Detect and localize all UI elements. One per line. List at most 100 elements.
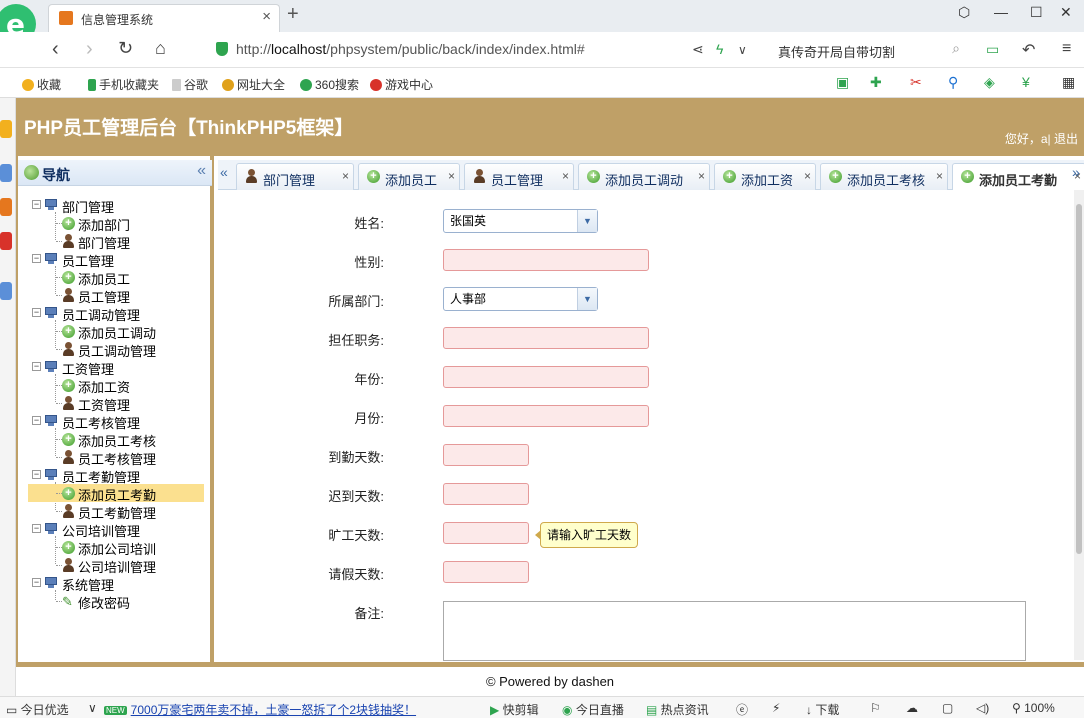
game-controller-icon[interactable]: ◈ (984, 74, 995, 91)
sidebar-item[interactable]: 公司培训管理 (28, 556, 208, 575)
chevron-down-icon[interactable]: ▼ (577, 210, 597, 232)
bookmark-mobile[interactable]: 手机收藏夹 (88, 76, 159, 93)
side-weibo-icon[interactable] (0, 198, 12, 216)
collapse-toggle-icon[interactable]: − (32, 200, 41, 209)
sidebar-item[interactable]: 员工考核管理 (28, 448, 208, 467)
sidebar-item[interactable]: + 添加员工 (28, 268, 208, 287)
url-input[interactable]: http://localhost/phpsystem/public/back/i… (210, 37, 758, 63)
close-window-icon[interactable]: ✕ (1060, 4, 1072, 21)
content-tab[interactable]: + 添加员工考核 × (820, 163, 948, 190)
grid-icon[interactable]: ▦ (1062, 74, 1075, 91)
content-tab[interactable]: 部门管理 × (236, 163, 354, 190)
speed-icon[interactable]: ϟ (716, 41, 723, 57)
sidebar-item[interactable]: 员工调动管理 (28, 340, 208, 359)
sidebar-item[interactable]: + 添加员工调动 (28, 322, 208, 341)
menu-icon[interactable]: ≡ (1062, 40, 1071, 58)
skin-icon[interactable]: ⬡ (958, 4, 970, 21)
close-tab-icon[interactable]: × (936, 169, 943, 183)
close-tab-icon[interactable]: × (262, 8, 271, 25)
status-hot-news[interactable]: ▤ 热点资讯 (646, 701, 709, 718)
scissors-icon[interactable]: ✂ (910, 74, 922, 91)
form-input[interactable] (443, 561, 529, 583)
sidebar-item[interactable]: 工资管理 (28, 394, 208, 413)
collapse-toggle-icon[interactable]: − (32, 524, 41, 533)
collapse-toggle-icon[interactable]: − (32, 254, 41, 263)
content-tab[interactable]: 员工管理 × (464, 163, 574, 190)
form-select[interactable]: 人事部 ▼ (443, 287, 598, 311)
refresh-icon[interactable]: ↻ (118, 38, 133, 59)
chevron-down-icon[interactable]: ∨ (738, 43, 747, 57)
status-news[interactable]: NEW 7000万豪宅两年卖不掉，土豪一怒拆了个2块钱抽奖！ (104, 701, 416, 718)
status-today-picks[interactable]: ▭ 今日优选 (6, 701, 69, 718)
bookmark-360search[interactable]: 360搜索 (300, 76, 359, 93)
tabs-scroll-right-icon[interactable]: » (1072, 164, 1084, 186)
status-ie-icon[interactable]: ⓔ (736, 701, 748, 718)
sidebar-item[interactable]: + 添加员工考勤 (28, 484, 204, 503)
content-tab[interactable]: + 添加员工 × (358, 163, 460, 190)
sidebar-item[interactable]: + 添加公司培训 (28, 538, 208, 557)
search-icon[interactable]: ⌕ (952, 40, 960, 57)
close-tab-icon[interactable]: × (804, 169, 811, 183)
collapse-sidebar-icon[interactable]: « (197, 162, 206, 180)
vertical-scrollbar[interactable] (1074, 190, 1084, 660)
home-icon[interactable]: ⌂ (155, 38, 166, 59)
sidebar-item[interactable]: 员工考勤管理 (28, 502, 208, 521)
share-icon[interactable]: ⋖ (692, 41, 704, 58)
close-tab-icon[interactable]: × (562, 169, 569, 183)
forward-icon[interactable]: › (86, 38, 93, 61)
content-tab[interactable]: + 添加员工考勤 × (952, 163, 1084, 191)
status-download[interactable]: ↓ 下载 (806, 701, 839, 718)
sidebar-item[interactable]: + 添加工资 (28, 376, 208, 395)
scrollbar-thumb[interactable] (1076, 204, 1082, 554)
sidebar-item[interactable]: + 添加部门 (28, 214, 208, 233)
status-live[interactable]: ◉ 今日直播 (562, 701, 624, 718)
bookmark-favorites[interactable]: 收藏 (22, 76, 61, 93)
sidebar-item[interactable]: 员工管理 (28, 286, 208, 305)
undo-icon[interactable]: ↶ (1022, 40, 1035, 60)
side-video-icon[interactable] (0, 232, 12, 250)
status-window-icon[interactable]: ▢ (942, 701, 953, 715)
yen-icon[interactable]: ¥ (1022, 74, 1030, 90)
side-mail-icon[interactable] (0, 282, 12, 300)
bookmark-games[interactable]: 游戏中心 (370, 76, 433, 93)
form-input[interactable] (443, 522, 529, 544)
form-input[interactable] (443, 327, 649, 349)
bookmark-directory[interactable]: 网址大全 (222, 76, 285, 93)
logout-link[interactable]: 退出 (1054, 132, 1078, 146)
collapse-toggle-icon[interactable]: − (32, 470, 41, 479)
remarks-textarea[interactable] (443, 601, 1026, 661)
back-icon[interactable]: ‹ (52, 38, 59, 61)
search-input[interactable]: 真传奇开局自带切割 ⌕ (770, 37, 970, 63)
side-notification-icon[interactable] (0, 120, 12, 138)
status-zoom[interactable]: ⚲ 100% (1012, 701, 1055, 715)
sidebar-item[interactable]: ✎ 修改密码 (28, 592, 208, 611)
status-quick-edit[interactable]: ▶ 快剪辑 (490, 701, 539, 718)
bookmark-google[interactable]: 谷歌 (172, 76, 208, 93)
content-tab[interactable]: + 添加工资 × (714, 163, 816, 190)
extension-icon[interactable]: ▣ (836, 74, 849, 91)
sidebar-item[interactable]: 部门管理 (28, 232, 208, 251)
form-input[interactable] (443, 249, 649, 271)
close-tab-icon[interactable]: × (342, 169, 349, 183)
magnifier-icon[interactable]: ⚲ (948, 74, 958, 91)
form-select[interactable]: 张国英 ▼ (443, 209, 598, 233)
collapse-toggle-icon[interactable]: − (32, 362, 41, 371)
form-input[interactable] (443, 405, 649, 427)
form-input[interactable] (443, 366, 649, 388)
new-tab-icon[interactable]: + (287, 3, 299, 26)
battery-icon[interactable]: ▭ (986, 41, 999, 58)
collapse-toggle-icon[interactable]: − (32, 578, 41, 587)
collapse-toggle-icon[interactable]: − (32, 416, 41, 425)
translate-icon[interactable]: ✚ (870, 74, 882, 91)
browser-tab[interactable]: 信息管理系统 × (48, 4, 280, 32)
maximize-icon[interactable]: ☐ (1030, 4, 1043, 21)
tabs-scroll-left-icon[interactable]: « (220, 164, 234, 186)
minimize-icon[interactable]: — (994, 4, 1008, 20)
form-input[interactable] (443, 483, 529, 505)
status-flag-icon[interactable]: ⚐ (870, 701, 881, 715)
side-app-icon[interactable] (0, 164, 12, 182)
close-tab-icon[interactable]: × (448, 169, 455, 183)
content-tab[interactable]: + 添加员工调动 × (578, 163, 710, 190)
status-cloud-icon[interactable]: ☁ (906, 701, 918, 715)
news-link[interactable]: 7000万豪宅两年卖不掉，土豪一怒拆了个2块钱抽奖！ (131, 703, 416, 717)
